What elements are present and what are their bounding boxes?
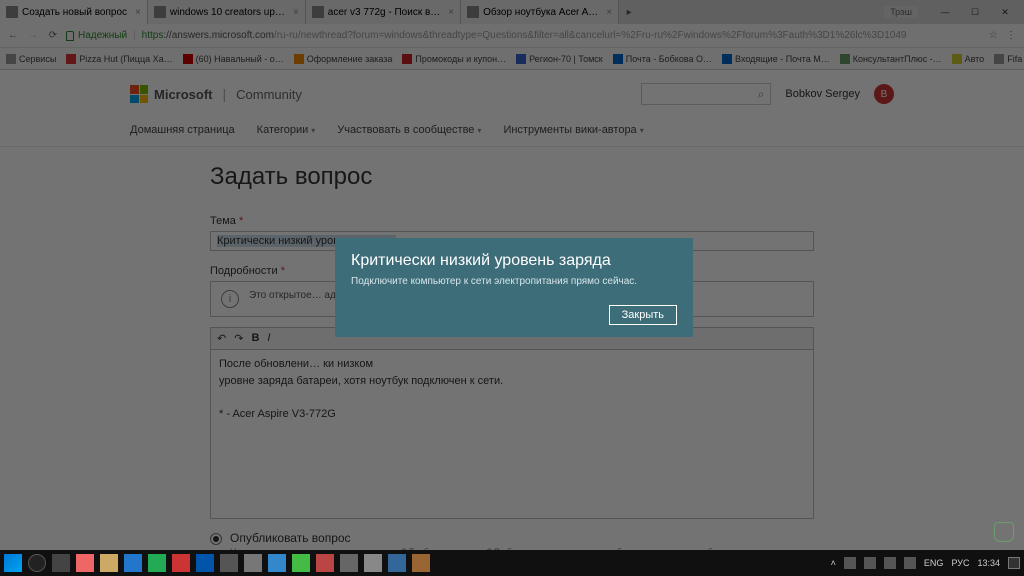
tray-chevron-icon[interactable]: ˄: [831, 558, 836, 568]
toast-title: Критически низкий уровень заряда: [351, 252, 677, 270]
volume-icon[interactable]: [904, 557, 916, 569]
taskbar-app-icon[interactable]: [412, 554, 430, 572]
start-button[interactable]: [4, 554, 22, 572]
taskbar-app-icon[interactable]: [316, 554, 334, 572]
network-icon[interactable]: [884, 557, 896, 569]
taskbar-app-icon[interactable]: [364, 554, 382, 572]
windows-taskbar: ˄ ENG РУС 13:34: [0, 550, 1024, 576]
taskbar-app-icon[interactable]: [340, 554, 358, 572]
battery-critical-toast: Критически низкий уровень заряда Подключ…: [335, 238, 693, 337]
taskbar-app-icon[interactable]: [244, 554, 262, 572]
taskbar-app-icon[interactable]: [76, 554, 94, 572]
search-taskbar-icon[interactable]: [28, 554, 46, 572]
toast-body: Подключите компьютер к сети электропитан…: [351, 276, 677, 287]
trust-shield-icon[interactable]: [994, 522, 1014, 542]
taskbar-app-icon[interactable]: [196, 554, 214, 572]
tray-lang[interactable]: ENG: [924, 558, 944, 568]
taskbar-app-icon[interactable]: [172, 554, 190, 572]
taskview-icon[interactable]: [52, 554, 70, 572]
taskbar-app-icon[interactable]: [292, 554, 310, 572]
tray-clock[interactable]: 13:34: [977, 558, 1000, 568]
tray-icon[interactable]: [844, 557, 856, 569]
taskbar-app-icon[interactable]: [268, 554, 286, 572]
taskbar-app-icon[interactable]: [124, 554, 142, 572]
toast-close-button[interactable]: Закрыть: [609, 305, 677, 325]
taskbar-app-icon[interactable]: [388, 554, 406, 572]
taskbar-app-icon[interactable]: [100, 554, 118, 572]
system-tray: ˄ ENG РУС 13:34: [831, 557, 1020, 569]
action-center-icon[interactable]: [1008, 557, 1020, 569]
tray-icon[interactable]: [864, 557, 876, 569]
taskbar-app-icon[interactable]: [148, 554, 166, 572]
taskbar-app-icon[interactable]: [220, 554, 238, 572]
tray-lang[interactable]: РУС: [951, 558, 969, 568]
